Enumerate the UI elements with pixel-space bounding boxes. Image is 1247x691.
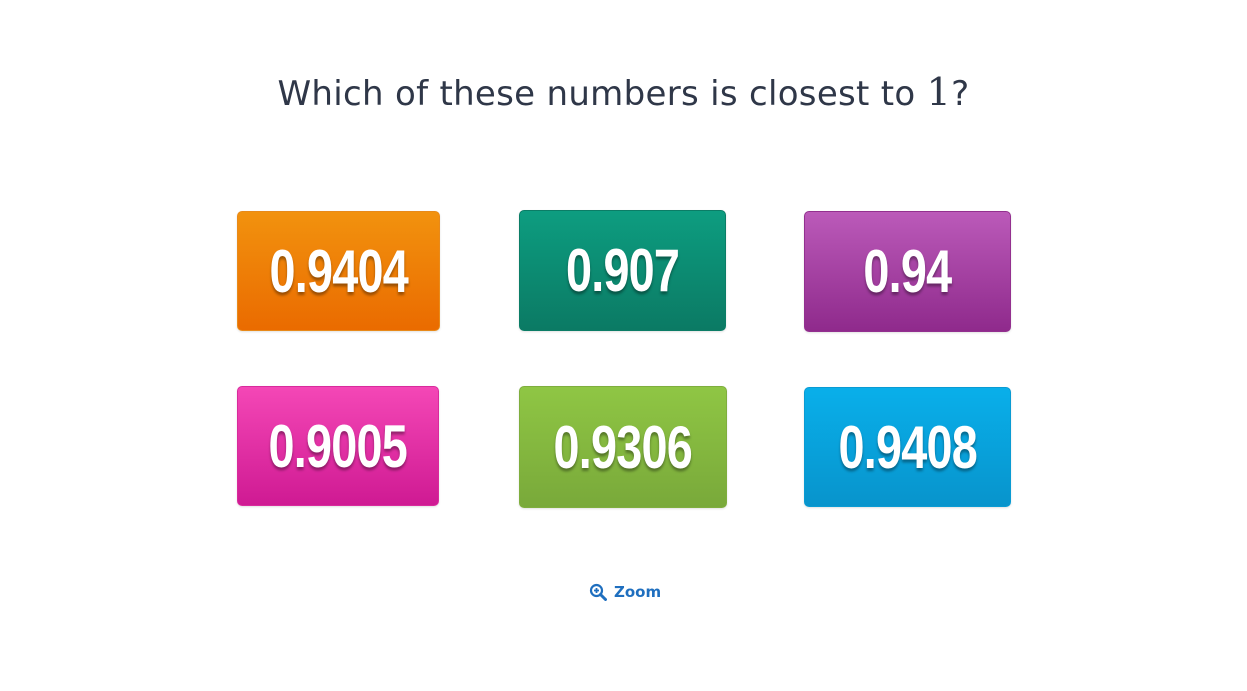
answer-option-4[interactable]: 0.9005	[237, 386, 439, 506]
answer-option-5[interactable]: 0.9306	[519, 386, 727, 508]
answer-option-label: 0.9408	[838, 413, 977, 481]
question-suffix: ?	[951, 74, 970, 114]
answer-option-label: 0.9404	[269, 237, 408, 305]
answer-option-6[interactable]: 0.9408	[804, 387, 1011, 507]
answer-option-label: 0.9005	[268, 412, 408, 480]
zoom-in-icon	[589, 583, 607, 601]
answer-option-label: 0.9306	[553, 413, 693, 481]
answer-option-3[interactable]: 0.94	[804, 211, 1011, 332]
answer-option-label: 0.94	[863, 238, 953, 305]
answer-option-2[interactable]: 0.907	[519, 210, 726, 331]
answer-option-label: 0.907	[565, 237, 680, 304]
question-prefix: Which of these numbers is closest to	[277, 74, 927, 114]
question-number: 1	[926, 70, 952, 114]
answer-option-1[interactable]: 0.9404	[237, 211, 440, 331]
zoom-button[interactable]: Zoom	[589, 583, 661, 601]
question-text: Which of these numbers is closest to 1?	[0, 70, 1247, 114]
zoom-label: Zoom	[614, 583, 662, 601]
